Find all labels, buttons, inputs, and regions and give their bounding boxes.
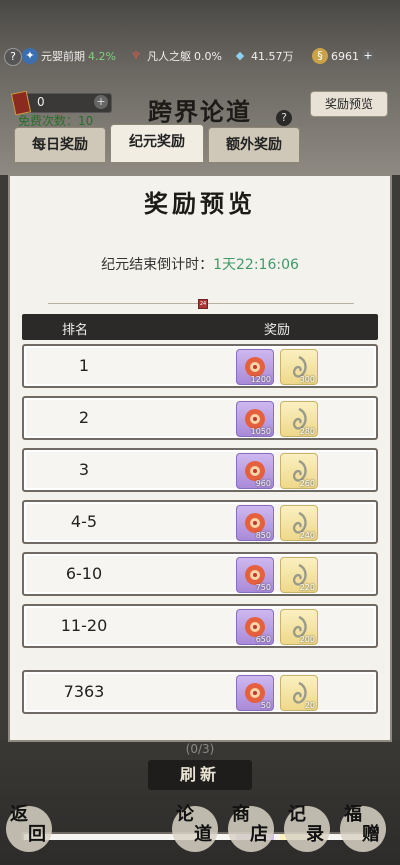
gold-value: 6961 <box>331 49 359 63</box>
body-indicator[interactable]: ♆ 凡人之躯 0.0% <box>128 48 222 64</box>
record-button[interactable]: 记 录 <box>284 804 334 854</box>
body-label: 凡人之躯 <box>147 50 191 63</box>
reward-item-jade[interactable]: 260 <box>280 453 318 489</box>
body-icon: ♆ <box>131 49 141 62</box>
reward-item-gem[interactable]: 750 <box>236 557 274 593</box>
status-bar: ? ✦ 元婴前期 4.2% ♆ 凡人之躯 0.0% ◆ 41.57万 § 696… <box>0 44 400 68</box>
spirit-stones[interactable]: ◆ 41.57万 <box>232 48 294 64</box>
rank-value: 11-20 <box>60 616 108 635</box>
rank-value: 1 <box>78 356 90 375</box>
rank-value: 3 <box>78 460 90 479</box>
table-row: 11-20 650 200 <box>22 604 378 648</box>
nav-char: 商 <box>232 804 250 825</box>
reward-preview-button[interactable]: 奖励预览 <box>310 91 388 117</box>
tab-extra-rewards[interactable]: 额外奖励 <box>208 127 300 163</box>
gift-button[interactable]: 福 赠 <box>340 804 390 854</box>
question-icon: ? <box>4 48 22 66</box>
reward-item-gem[interactable]: 650 <box>236 609 274 645</box>
reward-item-jade[interactable]: 200 <box>280 609 318 645</box>
reward-quantity: 240 <box>299 531 315 540</box>
reward-quantity: 960 <box>255 479 271 488</box>
reward-quantity: 50 <box>260 701 271 710</box>
nav-char: 店 <box>250 824 268 845</box>
add-resource-icon[interactable]: + <box>94 95 108 109</box>
table-row: 4-5 850 240 <box>22 500 378 544</box>
rank-value: 2 <box>78 408 90 427</box>
reward-item-gem[interactable]: 960 <box>236 453 274 489</box>
reward-item-gem[interactable]: 1200 <box>236 349 274 385</box>
rank-value: 4-5 <box>70 512 98 531</box>
rank-value: 7363 <box>63 682 105 701</box>
reward-quantity: 20 <box>304 701 315 710</box>
table-row: 1 1200 300 <box>22 344 378 388</box>
reward-quantity: 200 <box>299 635 315 644</box>
reward-item-jade[interactable]: 280 <box>280 401 318 437</box>
refresh-button[interactable]: 刷新 <box>148 760 252 790</box>
table-row: 6-10 750 220 <box>22 552 378 596</box>
nav-char: 福 <box>344 804 362 825</box>
debate-button[interactable]: 论 道 <box>172 804 222 854</box>
reward-quantity: 1200 <box>250 375 271 384</box>
nav-char: 记 <box>288 804 306 825</box>
countdown-label: 纪元结束倒计时： <box>101 257 214 273</box>
help-icon[interactable]: ? <box>276 110 292 126</box>
realm-icon: ✦ <box>22 48 38 64</box>
reward-item-gem[interactable]: 1050 <box>236 401 274 437</box>
gold-coin-icon: § <box>312 48 328 64</box>
nav-char: 论 <box>176 804 194 825</box>
spirit-stones-value: 41.57万 <box>251 50 294 63</box>
countdown: 纪元结束倒计时：1天22:16:06 <box>10 254 390 274</box>
help-button[interactable]: ? <box>4 48 22 66</box>
reward-quantity: 260 <box>299 479 315 488</box>
resource-count: 0 <box>37 95 45 109</box>
crystal-icon: ◆ <box>235 49 245 62</box>
reward-quantity: 220 <box>299 583 315 592</box>
tab-epoch-rewards[interactable]: 纪元奖励 <box>110 124 204 163</box>
divider-seal: 24 <box>198 299 208 309</box>
nav-char: 道 <box>194 824 212 845</box>
realm-indicator[interactable]: ✦ 元婴前期 4.2% <box>22 48 116 64</box>
reward-preview-modal: 奖励预览 纪元结束倒计时：1天22:16:06 24 排名 奖励 1 1200 30… <box>8 174 392 840</box>
reward-item-jade[interactable]: 240 <box>280 505 318 541</box>
reward-quantity: 750 <box>255 583 271 592</box>
shop-button[interactable]: 商 店 <box>228 804 278 854</box>
reward-item-jade[interactable]: 300 <box>280 349 318 385</box>
nav-char: 赠 <box>362 824 380 845</box>
reward-quantity: 850 <box>255 531 271 540</box>
modal-title: 奖励预览 <box>144 189 256 218</box>
nav-char: 返 <box>10 804 28 825</box>
table-row: 2 1050 280 <box>22 396 378 440</box>
nav-char: 回 <box>28 824 46 845</box>
add-gold-icon[interactable]: + <box>362 50 374 62</box>
table-header: 排名 奖励 <box>22 314 378 340</box>
gold[interactable]: § 6961 + <box>312 48 374 64</box>
countdown-time: 1天22:16:06 <box>213 257 299 273</box>
table-row: 3 960 260 <box>22 448 378 492</box>
body-percent: 0.0% <box>194 49 222 63</box>
reward-column-header: 奖励 <box>264 323 291 338</box>
reward-quantity: 300 <box>299 375 315 384</box>
rank-column-header: 排名 <box>62 323 89 338</box>
realm-percent: 4.2% <box>88 49 116 63</box>
tab-daily-rewards[interactable]: 每日奖励 <box>14 127 106 163</box>
reward-item-jade[interactable]: 20 <box>280 675 318 711</box>
reward-quantity: 650 <box>255 635 271 644</box>
reward-quantity: 1050 <box>250 427 271 436</box>
rank-value: 6-10 <box>65 564 103 583</box>
reward-quantity: 280 <box>299 427 315 436</box>
reward-item-gem[interactable]: 50 <box>236 675 274 711</box>
nav-char: 录 <box>306 824 324 845</box>
reward-item-jade[interactable]: 220 <box>280 557 318 593</box>
reward-item-gem[interactable]: 850 <box>236 505 274 541</box>
self-rank-row: 7363 50 20 <box>22 670 378 714</box>
back-button[interactable]: 返 回 <box>6 804 56 854</box>
resource-box: 0 + <box>10 90 112 116</box>
attempts-counter: (0/3) <box>185 742 215 756</box>
page-title: 跨界论道 <box>148 97 252 126</box>
realm-label: 元婴前期 <box>41 50 85 63</box>
